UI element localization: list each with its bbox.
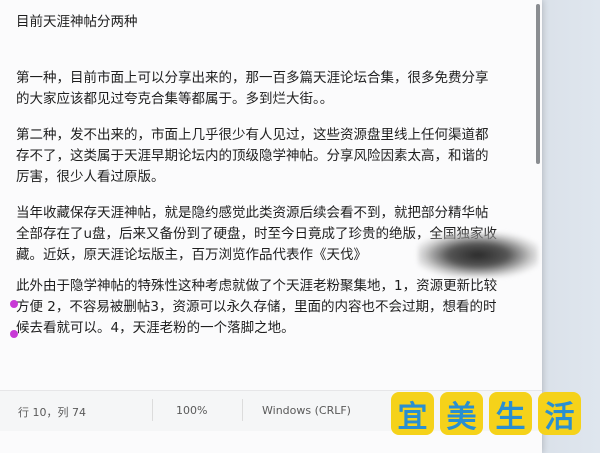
selection-handle-end[interactable] — [10, 330, 18, 338]
watermark-logo: 宜 美 生 活 — [391, 392, 587, 440]
document-line: 的大家应该都见过夸克合集等都属于。多到烂大街。。 — [16, 91, 334, 107]
redaction-blur — [418, 233, 538, 277]
zoom-level[interactable]: 100% — [176, 404, 207, 417]
document-line: 目前天涯神帖分两种 — [16, 14, 138, 30]
document-line: 第一种，目前市面上可以分享出来的，那一百多篇天涯论坛合集，很多免费分享 — [16, 70, 489, 86]
document-line: 厉害，很少人看过原版。 — [16, 169, 165, 185]
status-divider — [242, 399, 243, 421]
document-line: 候去看就可以。4，天涯老粉的一个落脚之地。 — [16, 320, 295, 336]
selection-handle-start[interactable] — [10, 300, 18, 308]
watermark-char: 生 — [489, 392, 532, 435]
text-editor-area[interactable]: 目前天涯神帖分两种 第一种，目前市面上可以分享出来的，那一百多篇天涯论坛合集，很… — [0, 0, 542, 390]
document-line: 此外由于隐学神帖的特殊性这种考虑就做了个天涯老粉聚集地，1，资源更新比较 — [16, 278, 498, 294]
watermark-char: 活 — [538, 392, 581, 435]
cursor-position: 行 10，列 74 — [18, 406, 86, 419]
status-divider — [152, 399, 153, 421]
document-line: 方便 2，不容易被删帖3，资源可以永久存储，里面的内容也不会过期，想看的时 — [16, 299, 497, 315]
vertical-scrollbar[interactable] — [536, 4, 540, 164]
notepad-window: 目前天涯神帖分两种 第一种，目前市面上可以分享出来的，那一百多篇天涯论坛合集，很… — [0, 0, 542, 453]
document-line: 存不了，这类属于天涯早期论坛内的顶级隐学神帖。分享风险因素太高，和谐的 — [16, 148, 489, 164]
watermark-char: 美 — [440, 392, 483, 435]
watermark-char: 宜 — [391, 392, 434, 435]
document-line: 第二种，发不出来的，市面上几乎很少有人见过，这些资源盘里线上任何渠道都 — [16, 127, 489, 143]
line-ending[interactable]: Windows (CRLF) — [262, 404, 351, 417]
document-line: 当年收藏保存天涯神帖，就是隐约感觉此类资源后续会看不到，就把部分精华帖 — [16, 205, 489, 221]
